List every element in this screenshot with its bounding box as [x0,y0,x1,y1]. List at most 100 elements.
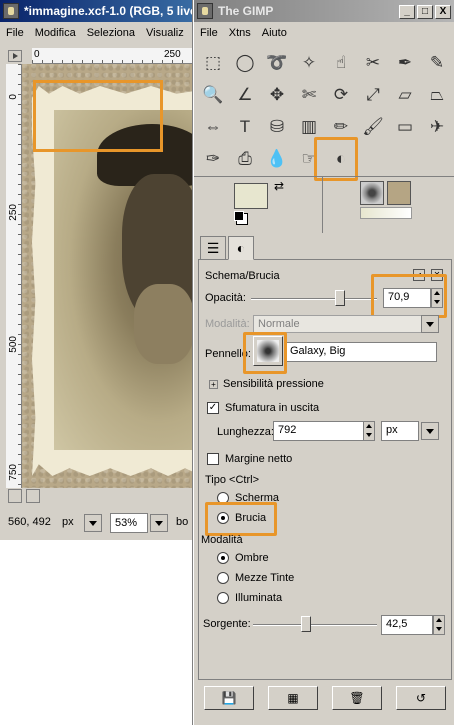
ruler-h-label-0: 0 [34,49,40,60]
ink-icon[interactable]: ✑ [198,144,228,174]
brush-name-field[interactable]: Galaxy, Big [285,342,437,362]
gimp-wilber-icon [3,3,19,19]
length-unit-dropdown-icon[interactable] [421,422,439,440]
color-select-icon[interactable]: ☝ [326,48,356,78]
fuzzy-select-icon[interactable]: ✧ [294,48,324,78]
toolbox-titlebar[interactable]: The GIMP _ □ X [194,0,454,22]
hard-edge-checkbox[interactable] [207,453,219,465]
unit-select[interactable]: px [62,516,74,528]
delete-options-button[interactable]: 🗑 [332,686,382,710]
toolbox-window: The GIMP _ □ X File Xtns Aiuto ⬚ ◯ ➰ ✧ ☝ ✂ ✒ ✎ 🔍 ∠ ✥ ✄ ⟳… [193,0,454,725]
length-label: Lunghezza: [217,426,274,438]
foreground-color-swatch[interactable] [234,183,268,209]
flip-icon[interactable]: ⇔ [198,112,228,142]
rotate-icon[interactable]: ⟳ [326,80,356,110]
tool-options-buttonbar: 💾 ▦ 🗑 ↺ [198,686,452,712]
restore-options-button[interactable]: ▦ [268,686,318,710]
measure-icon[interactable]: ∠ [230,80,260,110]
midtones-label: Mezze Tinte [235,572,295,584]
highlight-dodge-burn-tool [314,137,358,181]
opacity-slider-thumb[interactable] [335,290,346,306]
menu-seleziona[interactable]: Seleziona [81,24,140,39]
exposure-slider-thumb[interactable] [300,616,311,632]
mode-select[interactable]: Normale [253,315,439,333]
image-title: *immagine.xcf-1.0 (RGB, 5 live [24,4,197,18]
paths-icon[interactable]: ✒ [390,48,420,78]
rect-select-icon[interactable]: ⬚ [198,48,228,78]
eraser-icon[interactable]: ▭ [390,112,420,142]
image-titlebar[interactable]: *immagine.xcf-1.0 (RGB, 5 live [0,0,200,22]
hand-shape [134,284,192,364]
pressure-sensitivity-expander[interactable]: Sensibilità pressione [223,378,324,390]
active-brush-preview[interactable] [360,181,384,205]
expand-icon[interactable]: + [209,380,218,389]
perspective-icon[interactable]: ⏢ [422,80,452,110]
crop-icon[interactable]: ✄ [294,80,324,110]
default-colors-icon[interactable] [234,211,244,221]
save-options-button[interactable]: 💾 [204,686,254,710]
tab-tool-options[interactable]: ◐ [228,236,254,260]
menu-visualizza[interactable]: Visualiz [140,24,189,39]
close-button[interactable]: X [435,5,451,19]
ruler-v-label-750: 750 [8,464,19,481]
scissors-icon[interactable]: ✂ [358,48,388,78]
move-icon[interactable]: ✥ [262,80,292,110]
highlights-label: Illuminata [235,592,283,604]
vertical-ruler[interactable]: 0 250 500 750 [6,64,22,488]
opacity-slider-track[interactable] [251,298,377,300]
length-unit-select[interactable]: px [381,421,419,441]
dodge-burn-icon: ◐ [236,240,246,256]
unit-dropdown-icon[interactable] [84,514,102,532]
clone-icon[interactable]: ⎙ [230,144,260,174]
fade-out-checkbox[interactable]: ✓ [207,402,219,414]
status-bar: 560, 492 px 53% bo [0,510,200,536]
ellipse-select-icon[interactable]: ◯ [230,48,260,78]
exposure-spin-arrows[interactable] [433,615,445,635]
blur-icon[interactable]: 💧 [262,144,292,174]
length-spin-field[interactable]: 792 [273,421,367,441]
color-picker-icon[interactable]: ✎ [422,48,452,78]
highlight-opacity [371,274,447,318]
toolbox-menubar: File Xtns Aiuto [194,24,454,44]
zoom-field[interactable]: 53% [110,513,148,533]
active-gradient-preview[interactable] [360,207,412,219]
active-pattern-preview[interactable] [387,181,411,205]
reset-options-button[interactable]: ↺ [396,686,446,710]
menu-xtns[interactable]: Xtns [223,24,256,39]
lasso-icon[interactable]: ➰ [262,48,292,78]
paintbrush-icon[interactable]: 🖌 [358,112,388,142]
ruler-v-label-250: 250 [8,204,19,221]
text-icon[interactable]: T [230,112,260,142]
midtones-radio[interactable] [217,572,229,584]
swap-colors-icon[interactable]: ⇄ [274,179,284,193]
scroll-left-icon[interactable] [26,489,40,503]
pointer-coords: 560, 492 [8,516,51,528]
navigate-icon[interactable] [8,489,22,503]
menu-aiuto[interactable]: Aiuto [256,24,292,39]
highlights-radio[interactable] [217,592,229,604]
minimize-button[interactable]: _ [399,5,415,19]
menu-file[interactable]: File [0,24,29,39]
menu-file[interactable]: File [194,24,223,39]
exposure-spin-field[interactable]: 42,5 [381,615,433,635]
shadows-radio[interactable] [217,552,229,564]
zoom-icon[interactable]: 🔍 [198,80,228,110]
airbrush-icon[interactable]: ✈ [422,112,452,142]
menu-modifica[interactable]: Modifica [29,24,81,39]
quick-mask-menu-button[interactable] [8,50,22,62]
zoom-dropdown-icon[interactable] [150,514,168,532]
mode-label: Modalità: [205,318,250,330]
panel-title: Schema/Brucia [205,270,280,282]
length-spin-arrows[interactable] [363,421,375,441]
bucket-fill-icon[interactable]: ⛁ [262,112,292,142]
shear-icon[interactable]: ▱ [390,80,420,110]
mode-dropdown-icon[interactable] [421,315,439,333]
shadows-label: Ombre [235,552,269,564]
hard-edge-label: Margine netto [225,453,293,465]
horizontal-ruler[interactable]: 0 250 [32,48,200,64]
maximize-button[interactable]: □ [417,5,433,19]
scale-icon[interactable]: ⤢ [358,80,388,110]
ruler-v-label-0: 0 [8,94,19,100]
exposure-slider-track[interactable] [253,624,377,626]
tab-layers[interactable]: ☰ [200,236,226,260]
